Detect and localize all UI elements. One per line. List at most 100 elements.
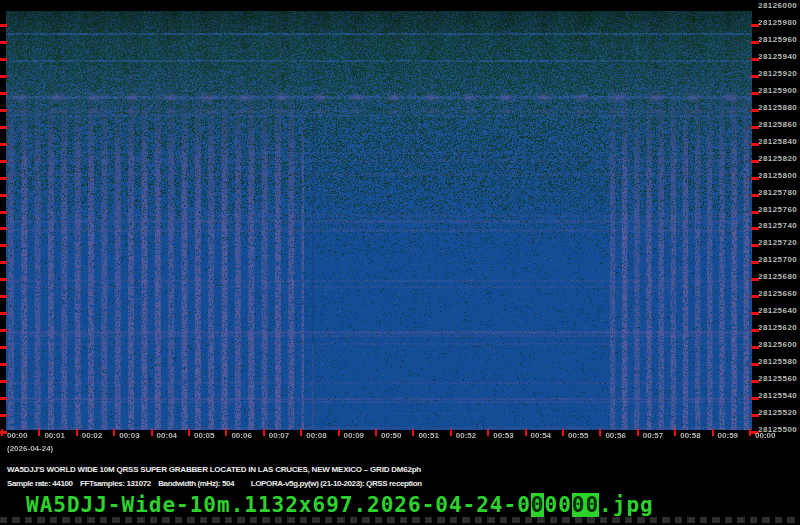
freq-tick-left [0,227,7,230]
time-label: 00:07 [269,431,289,440]
filename-text: WA5DJJ-Wide-10m.1132x697.2026-04-24-0000… [26,495,654,516]
qrss-grabber-screenshot: { "frequency_axis": { "labels": ["281260… [0,0,800,525]
freq-tick-left [0,244,7,247]
freq-tick-left [0,363,7,366]
time-label: 00:58 [680,431,700,440]
freq-tick-right [751,58,759,61]
freq-tick-left [0,261,7,264]
freq-tick-right [751,126,759,129]
freq-tick-right [751,75,759,78]
spectrogram-waterfall [6,11,752,430]
freq-label: 28125800 [758,172,797,180]
freq-tick-left [0,109,7,112]
filename-prefix: WA5DJJ-Wide-10m.1132x697.2026-04-24- [26,493,517,517]
freq-tick-left [0,312,7,315]
time-label: 00:00 [7,431,27,440]
freq-tick-left [0,380,7,383]
time-tick [113,429,115,436]
time-label: 00:09 [344,431,364,440]
freq-tick-right [751,312,759,315]
time-tick [487,429,489,436]
filename-timestamp: 000000 [517,493,599,517]
filename-suffix: .jpg [599,493,654,517]
time-label: 00:55 [568,431,588,440]
time-tick [151,429,153,436]
freq-label: 28125980 [758,19,797,27]
freq-label: 28125760 [758,206,797,214]
freq-tick-right [751,109,759,112]
freq-tick-left [0,143,7,146]
time-label: 00:01 [44,431,64,440]
freq-tick-right [751,278,759,281]
freq-label: 28125620 [758,324,797,332]
freq-tick-left [0,75,7,78]
capture-params-line: Sample rate: 44100 FFTsamples: 131072 Ba… [7,479,422,488]
freq-tick-right [751,295,759,298]
freq-tick-left [0,160,7,163]
freq-label: 28125660 [758,290,797,298]
freq-tick-left [0,397,7,400]
time-tick [1,429,3,436]
time-label: 00:52 [456,431,476,440]
time-label: 00:50 [381,431,401,440]
freq-tick-right [751,261,759,264]
freq-tick-right [751,363,759,366]
freq-tick-left [0,295,7,298]
freq-tick-right [751,346,759,349]
time-label: 00:05 [194,431,214,440]
time-tick [300,429,302,436]
time-label: 00:57 [643,431,663,440]
freq-label: 28125900 [758,87,797,95]
time-label: 00:59 [718,431,738,440]
freq-label: 28125880 [758,104,797,112]
time-tick [188,429,190,436]
freq-tick-left [0,414,7,417]
time-tick [76,429,78,436]
time-label: 00:56 [605,431,625,440]
freq-tick-right [751,160,759,163]
freq-tick-left [0,126,7,129]
freq-label: 28125600 [758,341,797,349]
freq-tick-right [751,92,759,95]
time-tick [599,429,601,436]
freq-label: 28125640 [758,307,797,315]
freq-tick-left [0,58,7,61]
freq-label: 28125580 [758,358,797,366]
freq-tick-left [0,278,7,281]
freq-tick-left [0,41,7,44]
freq-tick-right [751,329,759,332]
freq-label: 28126000 [758,2,797,10]
time-tick [637,429,639,436]
freq-label: 28125860 [758,121,797,129]
time-tick [263,429,265,436]
freq-tick-left [0,346,7,349]
freq-tick-right [751,194,759,197]
freq-label: 28125780 [758,189,797,197]
time-tick [338,429,340,436]
freq-tick-left [0,24,7,27]
freq-label: 28125540 [758,392,797,400]
time-label: 00:04 [157,431,177,440]
time-label: 00:00 [755,431,775,440]
date-label: (2026-04-24) [7,444,53,453]
time-label: 00:02 [82,431,102,440]
freq-label: 28125520 [758,409,797,417]
time-tick [225,429,227,436]
freq-label: 28125960 [758,36,797,44]
time-tick [525,429,527,436]
freq-label: 28125740 [758,222,797,230]
freq-label: 28125680 [758,273,797,281]
freq-label: 28125940 [758,53,797,61]
time-label: 00:03 [119,431,139,440]
time-label: 00:08 [306,431,326,440]
time-tick [749,429,751,436]
freq-tick-right [751,177,759,180]
time-tick [712,429,714,436]
freq-tick-left [0,194,7,197]
freq-tick-left [0,211,7,214]
freq-tick-right [751,380,759,383]
freq-label: 28125840 [758,138,797,146]
time-tick [450,429,452,436]
time-tick [562,429,564,436]
freq-tick-right [751,211,759,214]
